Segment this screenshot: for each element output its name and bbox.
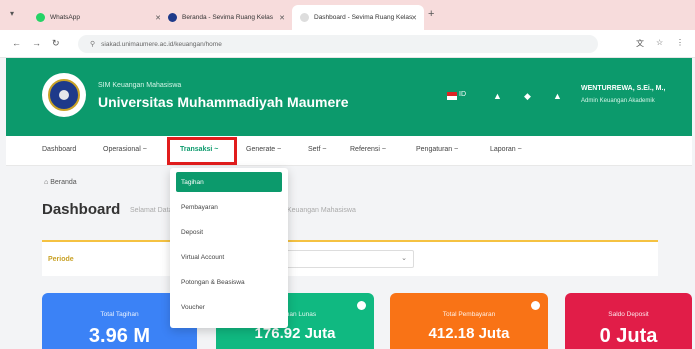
nav-operasional[interactable]: Operasional ~ bbox=[103, 146, 147, 153]
forward-icon[interactable]: → bbox=[32, 38, 41, 48]
card-label: Total Pembayaran bbox=[442, 311, 496, 318]
browser-tab-beranda[interactable]: Beranda - Sevima Ruang Kelas ✕ bbox=[160, 5, 292, 30]
filter-panel: Periode ⌄ bbox=[42, 240, 658, 276]
url-field[interactable]: ⚲ siakad.unimaumere.ac.id/keuangan/home bbox=[78, 35, 598, 53]
main-nav: Dashboard Operasional ~ Transaksi ~ Gene… bbox=[6, 136, 692, 166]
browser-tab-strip: ▾ WhatsApp ✕ Beranda - Sevima Ruang Kela… bbox=[0, 0, 695, 30]
card-value: 3.96 M bbox=[88, 325, 151, 347]
app-header: SIM Keuangan Mahasiswa Universitas Muham… bbox=[6, 58, 692, 136]
settings-icon[interactable]: ◆ bbox=[524, 91, 531, 102]
user-name[interactable]: WENTURREWA, S.Ei., M., bbox=[581, 85, 665, 92]
new-tab-icon[interactable]: + bbox=[428, 8, 434, 20]
dropdown-item-potongan-beasiswa[interactable]: Potongan & Beasiswa bbox=[176, 272, 282, 292]
stat-card-saldo-deposit[interactable]: Saldo Deposit 0 Juta bbox=[565, 293, 692, 349]
dropdown-item-deposit[interactable]: Deposit bbox=[176, 222, 282, 242]
nav-referensi[interactable]: Referensi ~ bbox=[350, 146, 386, 153]
address-bar: ← → ↻ ⚲ siakad.unimaumere.ac.id/keuangan… bbox=[0, 30, 695, 58]
site-info-icon[interactable]: ⚲ bbox=[90, 40, 95, 48]
site-favicon-icon bbox=[168, 13, 177, 22]
browser-tab-dashboard[interactable]: Dashboard - Sevima Ruang Kelas ✕ bbox=[292, 5, 424, 30]
close-icon[interactable]: ✕ bbox=[411, 14, 417, 22]
notification-icon[interactable]: ▲ bbox=[493, 91, 502, 101]
back-icon[interactable]: ← bbox=[12, 38, 21, 48]
transaksi-dropdown: Tagihan Pembayaran Deposit Virtual Accou… bbox=[170, 168, 288, 328]
site-favicon-icon bbox=[300, 13, 309, 22]
bookmark-icon[interactable]: ☆ bbox=[656, 38, 663, 47]
info-icon[interactable] bbox=[357, 301, 366, 310]
translate-icon[interactable]: 文 bbox=[636, 38, 644, 49]
home-icon[interactable]: ⌂ bbox=[44, 179, 48, 186]
user-role: Admin Keuangan Akademik bbox=[581, 98, 655, 104]
menu-icon[interactable]: ⋮ bbox=[676, 38, 684, 47]
highlight-box bbox=[167, 137, 237, 165]
tab-title: Dashboard - Sevima Ruang Kelas bbox=[314, 14, 413, 21]
tab-title: Beranda - Sevima Ruang Kelas bbox=[182, 14, 274, 21]
reload-icon[interactable]: ↻ bbox=[52, 38, 60, 49]
nav-setf[interactable]: Setf ~ bbox=[308, 146, 326, 153]
card-value: 412.18 Juta bbox=[428, 325, 510, 342]
breadcrumb: ⌂ Beranda bbox=[44, 179, 77, 186]
periode-label: Periode bbox=[48, 256, 74, 263]
card-label: Saldo Deposit bbox=[608, 311, 649, 318]
language-code[interactable]: ID bbox=[459, 91, 466, 98]
close-icon[interactable]: ✕ bbox=[279, 14, 285, 22]
logo-emblem bbox=[48, 79, 80, 111]
page-subtitle-end: Keuangan Mahasiswa bbox=[287, 207, 356, 214]
dropdown-item-tagihan[interactable]: Tagihan bbox=[176, 172, 282, 192]
page-title: Dashboard bbox=[42, 201, 121, 218]
nav-dashboard[interactable]: Dashboard bbox=[42, 146, 76, 153]
breadcrumb-item[interactable]: Beranda bbox=[50, 179, 76, 186]
stat-card-total-pembayaran[interactable]: Total Pembayaran 412.18 Juta bbox=[390, 293, 548, 349]
tab-title: WhatsApp bbox=[50, 14, 80, 21]
browser-tab-whatsapp[interactable]: WhatsApp ✕ bbox=[28, 5, 168, 30]
user-icon[interactable]: ▲ bbox=[553, 91, 562, 101]
nav-laporan[interactable]: Laporan ~ bbox=[490, 146, 522, 153]
nav-generate[interactable]: Generate ~ bbox=[246, 146, 281, 153]
app-subtitle: SIM Keuangan Mahasiswa bbox=[98, 82, 182, 89]
university-name: Universitas Muhammadiyah Maumere bbox=[98, 94, 349, 110]
dropdown-item-voucher[interactable]: Voucher bbox=[176, 297, 282, 317]
whatsapp-icon bbox=[36, 13, 45, 22]
tab-search-icon[interactable]: ▾ bbox=[10, 9, 14, 18]
url-text: siakad.unimaumere.ac.id/keuangan/home bbox=[101, 40, 222, 48]
dropdown-item-virtual-account[interactable]: Virtual Account bbox=[176, 247, 282, 267]
card-value: 0 Juta bbox=[599, 325, 658, 347]
logo-core bbox=[59, 90, 69, 100]
flag-icon[interactable] bbox=[447, 92, 457, 100]
info-icon[interactable] bbox=[531, 301, 540, 310]
chevron-down-icon: ⌄ bbox=[401, 255, 407, 262]
university-logo bbox=[42, 73, 86, 117]
nav-pengaturan[interactable]: Pengaturan ~ bbox=[416, 146, 458, 153]
dropdown-item-pembayaran[interactable]: Pembayaran bbox=[176, 197, 282, 217]
